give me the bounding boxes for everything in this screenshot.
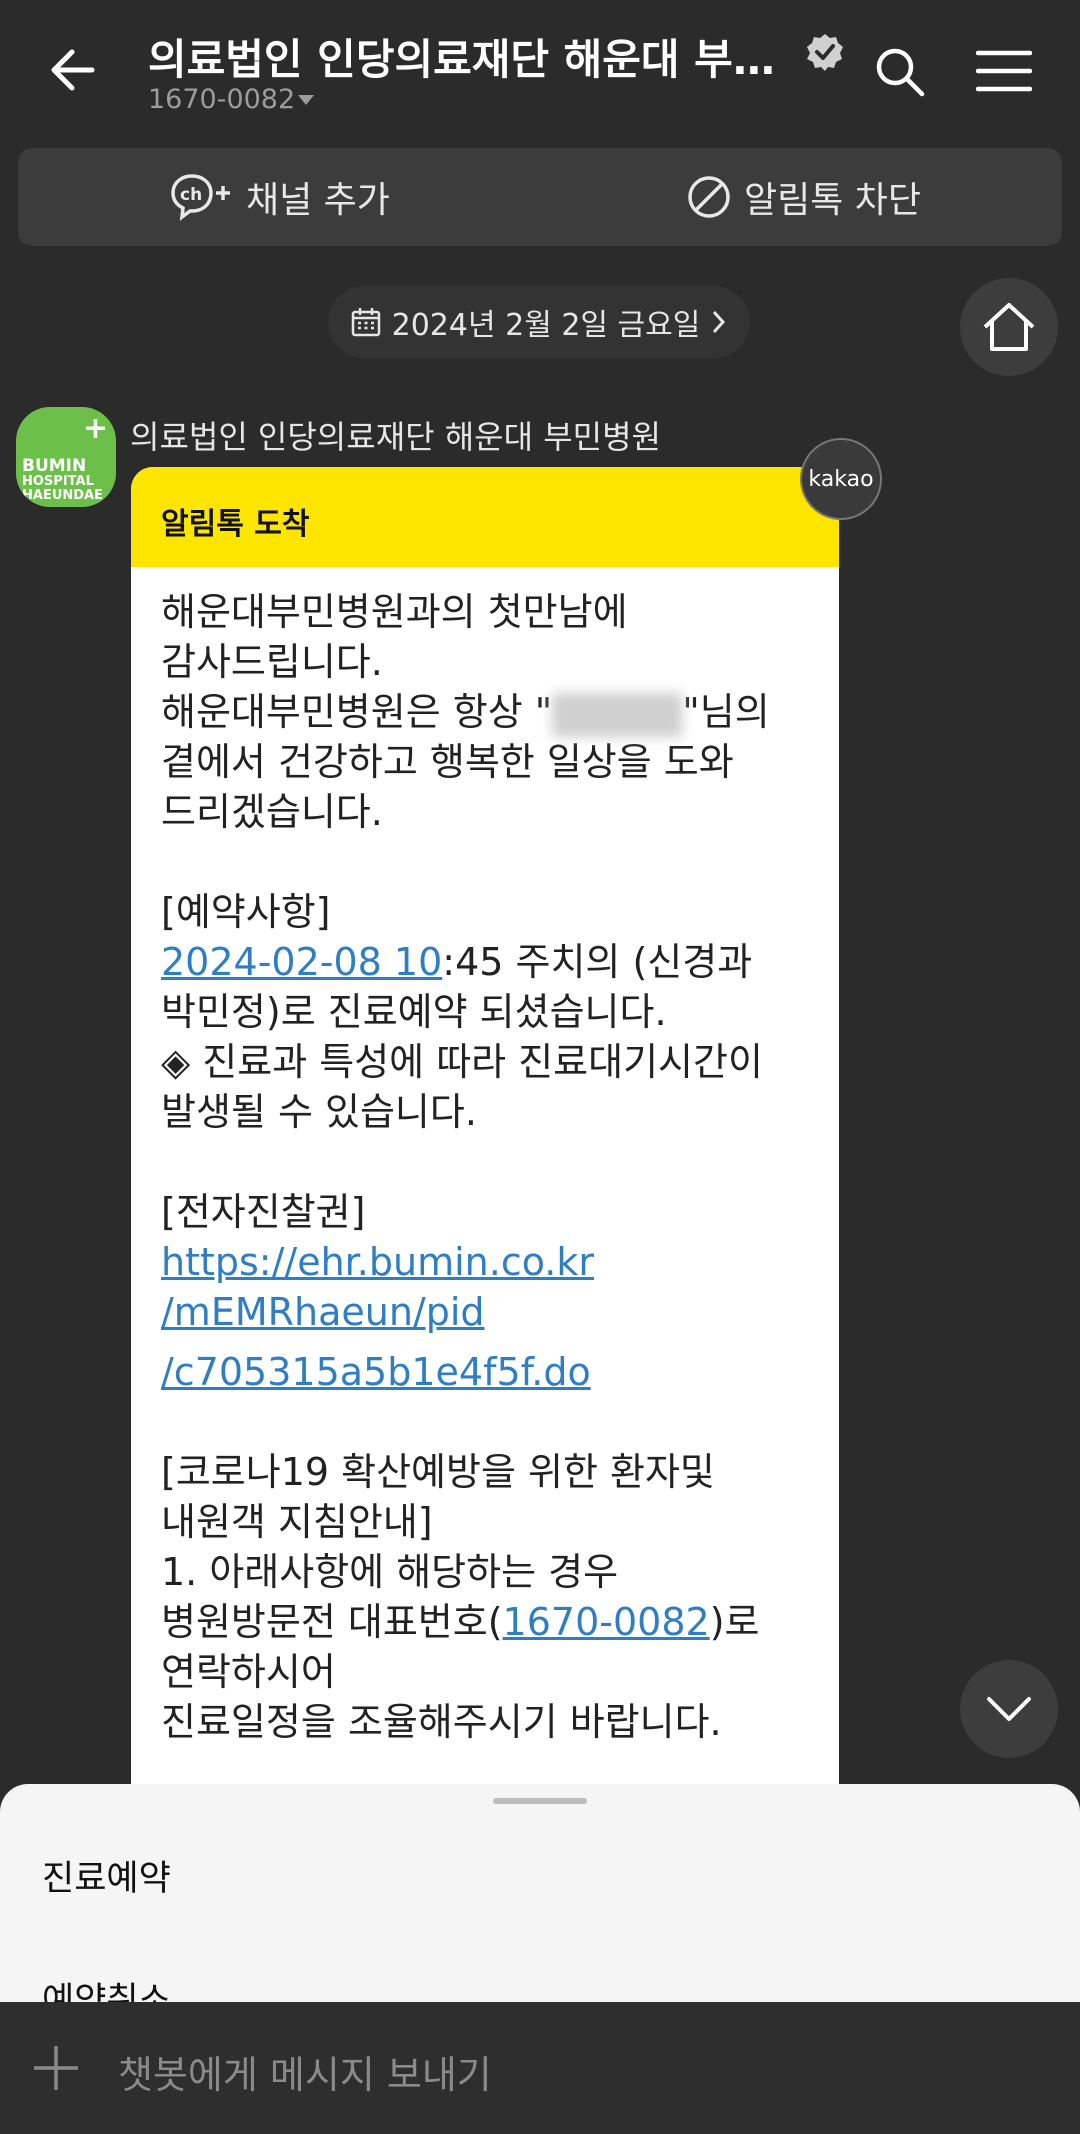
phone-number[interactable]: 1670-0082 [148,84,295,115]
message-body: 해운대부민병원과의 첫만남에 감사드립니다. 해운대부민병원은 항상 " "님의 … [161,587,831,1747]
reservation-line: 박민정)로 진료예약 되셨습니다. [161,990,667,1034]
greeting-line: 해운대부민병원과의 첫만남에 [161,590,628,634]
channel-add-icon: ch [171,174,230,221]
avatar-plus-mark: + [82,411,108,446]
blurred-patient-name [552,692,683,737]
chat-header: 의료법인 인당의료재단 해운대 부민... 1670-0082 [0,0,1080,145]
notice-line: ◈ 진료과 특성에 따라 진료대기시간이 [161,1040,763,1084]
reservation-text: :45 주치의 (신경과 [442,940,753,984]
menu-item-cancel-reservation[interactable]: 예약취소 [42,1972,171,2004]
greeting-line: 감사드립니다. [161,640,383,684]
greeting-line: 드리겠습니다. [161,790,383,834]
ticket-title: [전자진찰권] [161,1190,366,1234]
sheet-drag-handle[interactable] [493,1798,587,1804]
chat-title[interactable]: 의료법인 인당의료재단 해운대 부민... [148,26,778,87]
kakao-badge: kakao [800,438,882,520]
reservation-line: 2024-02-08 10:45 주치의 (신경과 [161,937,831,987]
ticket-url-part[interactable]: /c705315a5b1e4f5f.do [161,1350,591,1394]
ticket-url-part[interactable]: /mEMRhaeun/pid [161,1290,485,1334]
block-alimtalk-label: 알림톡 차단 [744,180,922,221]
block-alimtalk-button[interactable]: 알림톡 차단 [686,148,921,246]
covid-title: [코로나19 확산예방을 위한 환자및 [161,1450,715,1494]
alimtalk-message-bubble: 알림톡 도착 해운대부민병원과의 첫만남에 감사드립니다. 해운대부민병원은 항… [131,467,839,1907]
avatar-line-1: BUMIN [22,456,87,476]
message-header: 알림톡 도착 [131,467,839,567]
back-arrow-icon[interactable] [44,40,104,100]
avatar-line-3: HAEUNDAE [22,488,103,503]
covid-line: 1. 아래사항에 해당하는 경우 [161,1550,619,1594]
reservation-title: [예약사항] [161,890,331,934]
ticket-url-link[interactable]: https://ehr.bumin.co.kr [161,1237,831,1287]
greeting-line: 해운대부민병원은 항상 " "님의 [161,687,831,737]
date-pill[interactable]: 2024년 2월 2일 금요일 [328,286,750,358]
verified-badge-icon [805,32,845,72]
greeting-text: 해운대부민병원은 항상 " [161,690,553,734]
add-channel-label: 채널 추가 [246,180,390,221]
chevron-down-icon[interactable] [298,95,314,105]
home-icon [983,303,1035,351]
home-button[interactable] [960,278,1058,376]
search-icon[interactable] [872,44,928,100]
block-icon [688,176,730,218]
message-input[interactable]: 챗봇에게 메시지 보내기 [118,2044,492,2099]
covid-title: 내원객 지침안내] [161,1500,433,1544]
avatar-logo-text: BUMIN HOSPITAL HAEUNDAE [22,457,103,503]
covid-text: 병원방문전 대표번호( [161,1600,503,1644]
notice-line: 발생될 수 있습니다. [161,1090,477,1134]
ticket-url-link[interactable]: /mEMRhaeun/pid [161,1287,831,1337]
hamburger-menu-icon[interactable] [975,50,1033,92]
covid-line: 병원방문전 대표번호(1670-0082)로 [161,1597,831,1647]
greeting-line: 곁에서 건강하고 행복한 일상을 도와 [161,740,734,784]
covid-line: 진료일정을 조율해주시기 바랍니다. [161,1700,722,1744]
channel-avatar[interactable]: + BUMIN HOSPITAL HAEUNDAE [16,407,116,507]
message-input-bar: 챗봇에게 메시지 보내기 [0,2002,1080,2134]
sender-name: 의료법인 인당의료재단 해운대 부민병원 [130,418,661,456]
chevron-right-icon [713,310,726,334]
channel-action-bar: ch 채널 추가 알림톡 차단 [18,148,1062,246]
covid-line: 연락하시어 [161,1650,336,1694]
chatbot-menu-sheet: 진료예약 예약취소 [0,1784,1080,2004]
scroll-down-button[interactable] [960,1660,1058,1758]
chevron-down-icon [987,1697,1031,1721]
avatar-line-2: HOSPITAL [22,474,94,489]
add-channel-button[interactable]: ch 채널 추가 [170,148,390,246]
ticket-url-part[interactable]: https://ehr.bumin.co.kr [161,1240,594,1284]
ticket-url-link[interactable]: /c705315a5b1e4f5f.do [161,1347,831,1397]
covid-text: )로 [709,1600,760,1644]
menu-item-reservation[interactable]: 진료예약 [42,1850,171,1901]
greeting-text: "님의 [682,690,770,734]
reservation-date-link[interactable]: 2024-02-08 10 [161,940,442,984]
phone-link[interactable]: 1670-0082 [503,1600,710,1644]
message-header-title: 알림톡 도착 [161,507,310,542]
calendar-icon [351,308,380,337]
svg-text:ch: ch [180,185,202,205]
date-label: 2024년 2월 2일 금요일 [391,308,701,343]
plus-icon[interactable] [30,2042,82,2094]
